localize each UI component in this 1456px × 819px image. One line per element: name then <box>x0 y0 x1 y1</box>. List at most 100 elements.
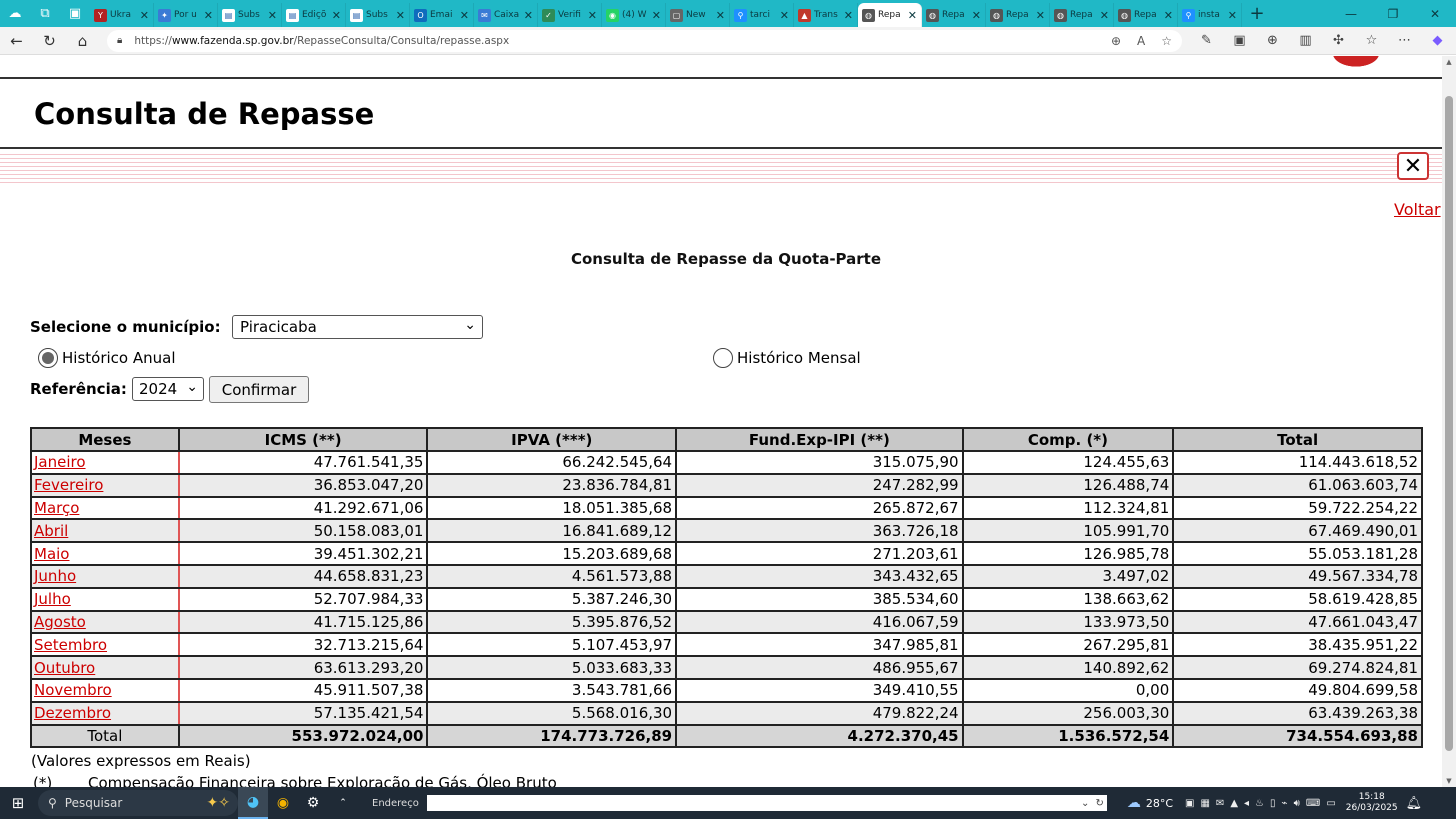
month-cell[interactable]: Maio <box>30 541 180 566</box>
tab-close-icon[interactable]: ✕ <box>332 9 341 22</box>
page-scrollbar[interactable]: ▲ ▼ <box>1442 56 1456 787</box>
browser-tab[interactable]: ⚲ insta ✕ <box>1178 3 1242 27</box>
taskbar-expand-icon[interactable]: ⌃ <box>328 787 358 819</box>
browser-tab[interactable]: ◍ Repa ✕ <box>1050 3 1114 27</box>
extension-badge-icon[interactable]: ▣ <box>1223 27 1256 55</box>
extension-pen-icon[interactable]: ✎ <box>1190 27 1223 55</box>
back-icon[interactable]: ← <box>0 27 33 55</box>
month-link[interactable]: Setembro <box>34 636 107 654</box>
taskbar-address-input[interactable]: ⌄ ↻ <box>426 795 1107 811</box>
refresh-icon[interactable]: ↻ <box>1095 798 1103 809</box>
copilot-icon[interactable]: ◆ <box>1421 27 1454 55</box>
tab-close-icon[interactable]: ✕ <box>140 9 149 22</box>
performance-icon[interactable]: ▥ <box>1289 27 1322 55</box>
refresh-icon[interactable]: ↻ <box>33 27 66 55</box>
browser-tab[interactable]: ▤ Subs ✕ <box>346 3 410 27</box>
browser-tab[interactable]: ▲ Trans ✕ <box>794 3 858 27</box>
month-cell[interactable]: Setembro <box>30 632 180 658</box>
home-icon[interactable]: ⌂ <box>66 27 99 55</box>
weather-widget[interactable]: ☁ 28°C <box>1127 795 1173 811</box>
settings-gear-icon[interactable]: ⚙ <box>298 787 328 819</box>
network-icon[interactable]: ⌁ <box>1282 798 1288 809</box>
tab-close-icon[interactable]: ✕ <box>908 9 917 22</box>
browser-tab[interactable]: ◉ (4) W ✕ <box>602 3 666 27</box>
tab-close-icon[interactable]: ✕ <box>396 9 405 22</box>
month-cell[interactable]: Dezembro <box>30 700 180 726</box>
tray-app-icon[interactable]: ◂ <box>1244 798 1249 809</box>
month-link[interactable]: Janeiro <box>34 453 86 471</box>
tab-close-icon[interactable]: ✕ <box>972 9 981 22</box>
browser-tab[interactable]: ▤ Subs ✕ <box>218 3 282 27</box>
edge-browser-icon[interactable]: ◕ <box>238 787 268 819</box>
browser-tab[interactable]: ✉ Caixa ✕ <box>474 3 538 27</box>
tray-app-icon[interactable]: ▯ <box>1270 798 1276 809</box>
new-tab-button[interactable]: + <box>1242 0 1272 27</box>
browser-tab[interactable]: ✓ Verifi ✕ <box>538 3 602 27</box>
close-icon[interactable]: ✕ <box>1397 152 1429 180</box>
menu-dots-icon[interactable]: ⋯ <box>1388 27 1421 55</box>
month-cell[interactable]: Novembro <box>30 677 180 703</box>
browser-tab[interactable]: ▢ New ✕ <box>666 3 730 27</box>
workspaces-icon[interactable]: ⧉ <box>30 0 60 27</box>
radio-annual-button[interactable] <box>38 348 58 368</box>
tray-app-icon[interactable]: ▦ <box>1200 798 1209 809</box>
favorites-icon[interactable]: ☆ <box>1355 27 1388 55</box>
windows-start-icon[interactable]: ⊞ <box>0 787 36 819</box>
month-cell[interactable]: Junho <box>30 563 180 589</box>
chevron-down-icon[interactable]: ⌄ <box>1081 798 1089 809</box>
tab-close-icon[interactable]: ✕ <box>1164 9 1173 22</box>
month-link[interactable]: Agosto <box>34 613 86 631</box>
browser-tab[interactable]: ▤ Ediçõ ✕ <box>282 3 346 27</box>
radio-monthly-history[interactable]: Histórico Mensal <box>713 348 861 368</box>
tab-close-icon[interactable]: ✕ <box>1228 9 1237 22</box>
browser-tab[interactable]: ⚲ tarci ✕ <box>730 3 794 27</box>
browser-tab[interactable]: Y Ukra ✕ <box>90 3 154 27</box>
tray-app-icon[interactable]: ▣ <box>1185 798 1194 809</box>
municipality-select[interactable]: Piracicaba ⌄ <box>232 315 483 339</box>
month-cell[interactable]: Abril <box>30 518 180 544</box>
restore-icon[interactable]: ❐ <box>1372 0 1414 27</box>
month-cell[interactable]: Janeiro <box>30 450 180 475</box>
tab-close-icon[interactable]: ✕ <box>1100 9 1109 22</box>
month-cell[interactable]: Julho <box>30 586 180 612</box>
tab-close-icon[interactable]: ✕ <box>204 9 213 22</box>
window-close-icon[interactable]: ✕ <box>1414 0 1456 27</box>
month-link[interactable]: Outubro <box>34 659 95 677</box>
month-link[interactable]: Julho <box>34 590 71 608</box>
tab-close-icon[interactable]: ✕ <box>1036 9 1045 22</box>
reference-year-select[interactable]: 2024 ⌄ <box>132 377 204 401</box>
browser-tab[interactable]: ◍ Repa ✕ <box>1114 3 1178 27</box>
month-link[interactable]: Novembro <box>34 681 112 699</box>
tab-close-icon[interactable]: ✕ <box>524 9 533 22</box>
volume-icon[interactable]: 🔊︎ <box>1294 798 1300 809</box>
display-icon[interactable]: ▭ <box>1326 798 1335 809</box>
month-link[interactable]: Abril <box>34 522 68 540</box>
browser-tab[interactable]: ✦ Por u ✕ <box>154 3 218 27</box>
taskbar-clock[interactable]: 15:18 26/03/2025 <box>1346 792 1398 814</box>
minimize-icon[interactable]: — <box>1330 0 1372 27</box>
url-field[interactable]: 🔒︎ https://www.fazenda.sp.gov.br/Repasse… <box>107 29 1182 52</box>
read-aloud-icon[interactable]: A <box>1137 34 1145 48</box>
radio-annual-history[interactable]: Histórico Anual <box>38 348 175 368</box>
chrome-browser-icon[interactable]: ◉ <box>268 787 298 819</box>
month-cell[interactable]: Outubro <box>30 655 180 680</box>
month-cell[interactable]: Agosto <box>30 609 180 635</box>
month-cell[interactable]: Março <box>30 495 180 521</box>
browser-tab[interactable]: ◍ Repa ✕ <box>858 3 922 27</box>
extensions-puzzle-icon[interactable]: ✣ <box>1322 27 1355 55</box>
tab-close-icon[interactable]: ✕ <box>268 9 277 22</box>
zoom-icon[interactable]: ⊕ <box>1111 34 1121 48</box>
tray-app-icon[interactable]: ✉ <box>1216 798 1224 809</box>
keyboard-icon[interactable]: ⌨ <box>1306 798 1320 809</box>
month-link[interactable]: Maio <box>34 545 69 563</box>
browser-tab[interactable]: O Emai ✕ <box>410 3 474 27</box>
tab-close-icon[interactable]: ✕ <box>588 9 597 22</box>
scroll-down-icon[interactable]: ▼ <box>1445 777 1453 785</box>
tab-close-icon[interactable]: ✕ <box>652 9 661 22</box>
month-link[interactable]: Dezembro <box>34 704 111 722</box>
lock-icon[interactable]: 🔒︎ <box>117 35 122 46</box>
extension-add-icon[interactable]: ⊕ <box>1256 27 1289 55</box>
tab-actions-icon[interactable]: ▣ <box>60 0 90 27</box>
notification-bell-icon[interactable]: 🔔︎ <box>1406 796 1423 811</box>
tray-app-icon[interactable]: ▲ <box>1230 798 1238 809</box>
